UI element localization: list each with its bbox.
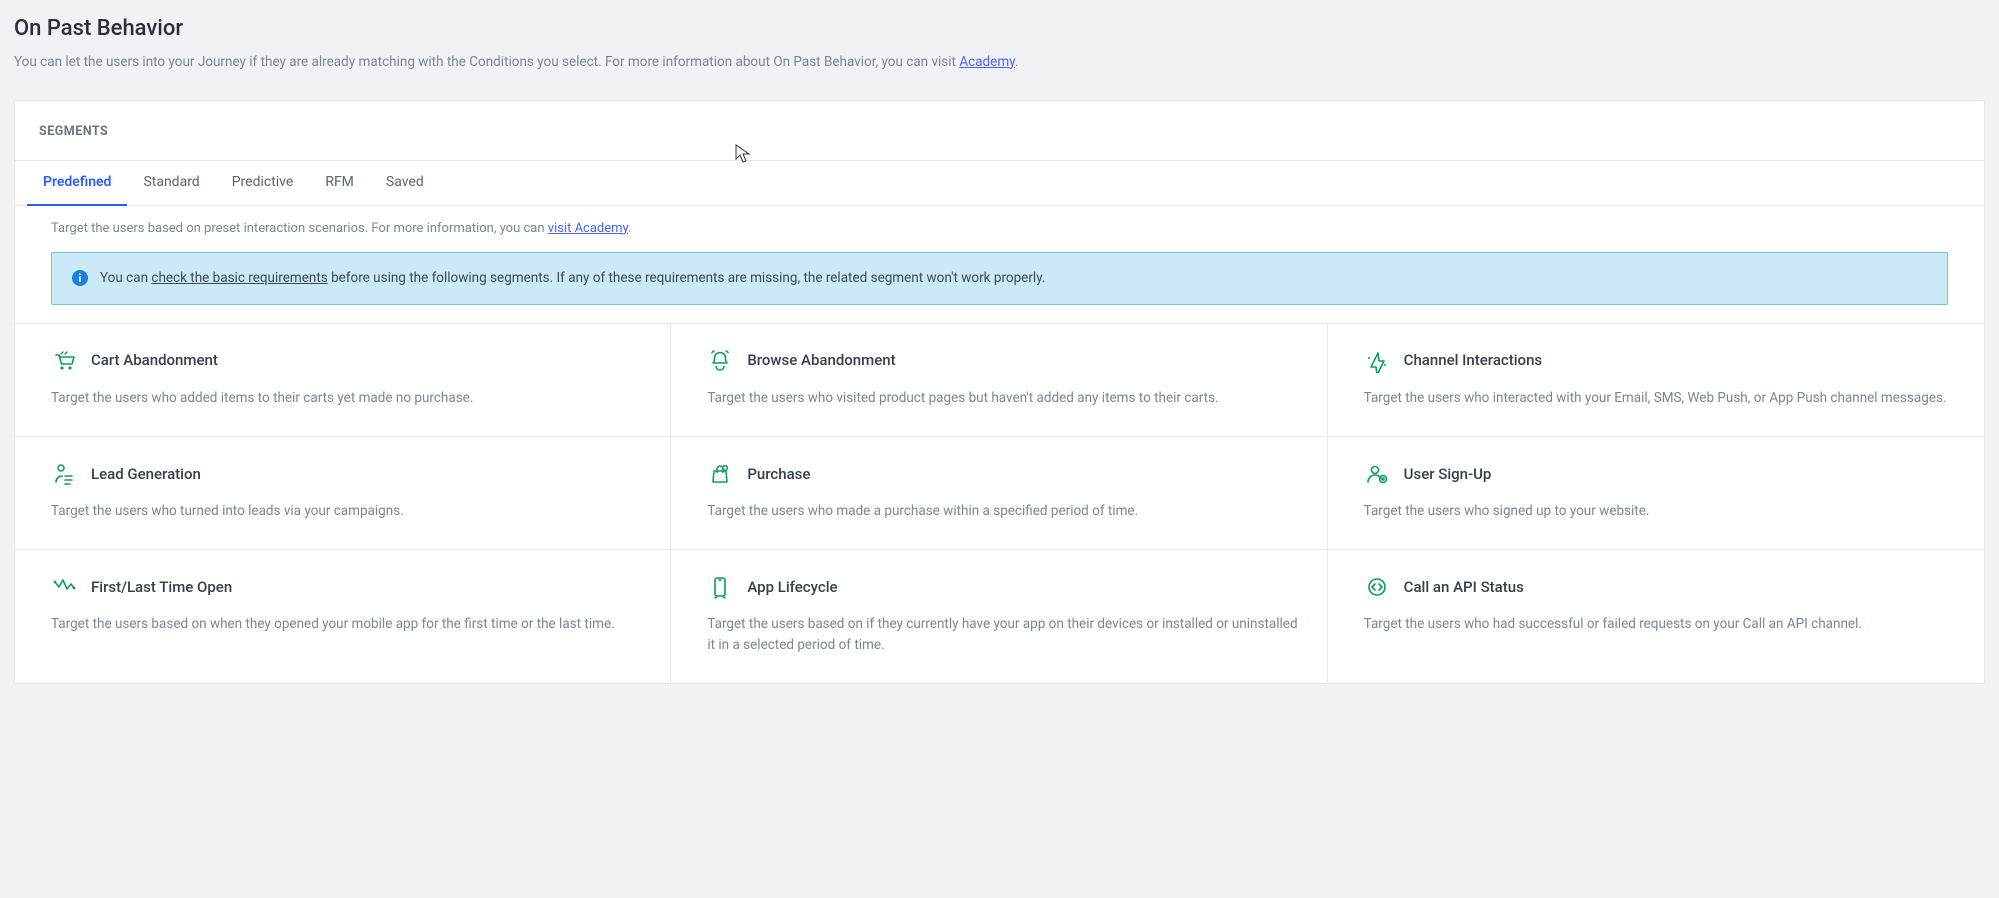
page-subtitle: You can let the users into your Journey … <box>14 53 1985 72</box>
basic-requirements-link[interactable]: check the basic requirements <box>151 270 327 286</box>
lead-icon <box>51 461 77 487</box>
scenario-title: App Lifecycle <box>747 577 837 598</box>
scenario-call-an-api-status[interactable]: Call an API Status Target the users who … <box>1328 549 1984 683</box>
page-subtitle-before: You can let the users into your Journey … <box>14 54 959 70</box>
scenario-title: Browse Abandonment <box>747 350 895 371</box>
scenario-desc: Target the users who had successful or f… <box>1364 614 1956 634</box>
scenario-channel-interactions[interactable]: Channel Interactions Target the users wh… <box>1328 323 1984 436</box>
scenario-title: Call an API Status <box>1404 577 1524 598</box>
info-icon: i <box>72 270 88 286</box>
scenario-title: Lead Generation <box>91 464 201 485</box>
scenario-grid: Cart Abandonment Target the users who ad… <box>15 323 1984 683</box>
tabs: Predefined Standard Predictive RFM Saved <box>15 161 1984 206</box>
page-subtitle-after: . <box>1015 54 1019 70</box>
scenario-title: Purchase <box>747 464 810 485</box>
scenario-desc: Target the users who made a purchase wit… <box>707 501 1298 521</box>
academy-link[interactable]: Academy <box>959 54 1015 70</box>
phone-icon <box>707 574 733 600</box>
visit-academy-link[interactable]: visit Academy <box>548 221 628 236</box>
user-add-icon <box>1364 461 1390 487</box>
scenario-desc: Target the users who interacted with you… <box>1364 388 1956 408</box>
scenario-title: First/Last Time Open <box>91 577 232 598</box>
scenario-desc: Target the users who added items to thei… <box>51 388 642 408</box>
scenario-browse-abandonment[interactable]: Browse Abandonment Target the users who … <box>671 323 1327 436</box>
scenario-lead-generation[interactable]: Lead Generation Target the users who tur… <box>15 436 671 549</box>
page-title: On Past Behavior <box>14 14 1985 45</box>
tab-rfm[interactable]: RFM <box>309 161 370 205</box>
scenario-desc: Target the users who signed up to your w… <box>1364 501 1956 521</box>
tab-desc-after: . <box>628 221 631 236</box>
tab-predictive[interactable]: Predictive <box>216 161 310 205</box>
spark-icon <box>1364 348 1390 374</box>
cart-icon <box>51 348 77 374</box>
tab-desc-before: Target the users based on preset interac… <box>51 221 548 236</box>
scenario-purchase[interactable]: Purchase Target the users who made a pur… <box>671 436 1327 549</box>
scenario-desc: Target the users who visited product pag… <box>707 388 1298 408</box>
timeline-icon <box>51 574 77 600</box>
info-banner: i You can check the basic requirements b… <box>51 252 1948 305</box>
scenario-desc: Target the users based on when they open… <box>51 614 642 634</box>
scenario-app-lifecycle[interactable]: App Lifecycle Target the users based on … <box>671 549 1327 683</box>
bag-icon <box>707 461 733 487</box>
info-before: You can <box>100 270 151 286</box>
scenario-title: Cart Abandonment <box>91 350 218 371</box>
info-text: You can check the basic requirements bef… <box>100 269 1045 288</box>
tab-standard[interactable]: Standard <box>127 161 215 205</box>
scenario-title: User Sign-Up <box>1404 464 1492 485</box>
scenario-desc: Target the users who turned into leads v… <box>51 501 642 521</box>
tab-saved[interactable]: Saved <box>370 161 440 205</box>
api-icon <box>1364 574 1390 600</box>
segments-header: SEGMENTS <box>15 101 1984 162</box>
info-after: before using the following segments. If … <box>328 270 1046 286</box>
scenario-title: Channel Interactions <box>1404 350 1542 371</box>
bell-icon <box>707 348 733 374</box>
scenario-first-last-open[interactable]: First/Last Time Open Target the users ba… <box>15 549 671 683</box>
scenario-user-sign-up[interactable]: User Sign-Up Target the users who signed… <box>1328 436 1984 549</box>
scenario-cart-abandonment[interactable]: Cart Abandonment Target the users who ad… <box>15 323 671 436</box>
segments-card: SEGMENTS Predefined Standard Predictive … <box>14 100 1985 684</box>
tab-predefined[interactable]: Predefined <box>27 161 127 205</box>
scenario-desc: Target the users based on if they curren… <box>707 614 1298 655</box>
tab-description: Target the users based on preset interac… <box>15 206 1984 252</box>
